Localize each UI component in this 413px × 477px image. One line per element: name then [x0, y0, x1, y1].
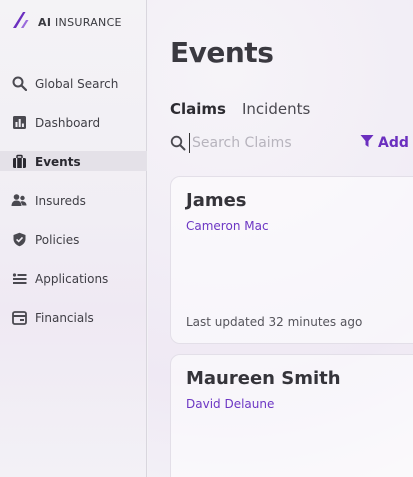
filter-icon	[360, 133, 374, 152]
search-bar: Add	[168, 133, 413, 153]
sidebar-item-label: Financials	[35, 310, 94, 325]
sidebar-item-label: Dashboard	[35, 115, 101, 130]
sidebar-item-events[interactable]: Events	[0, 142, 147, 181]
users-icon	[11, 193, 27, 209]
claim-card-title: James	[186, 190, 247, 211]
logo[interactable]: AI INSURANCE	[12, 12, 122, 32]
tab-bar: Claims Incidents	[170, 100, 310, 118]
claim-card-subtitle: David Delaune	[186, 397, 275, 411]
bar-chart-icon	[11, 115, 27, 131]
sidebar-item-policies[interactable]: Policies	[0, 220, 147, 259]
claim-card-subtitle: Cameron Mac	[186, 219, 269, 233]
tab-claims[interactable]: Claims	[170, 100, 226, 118]
claim-card[interactable]: Maureen Smith David Delaune	[170, 354, 413, 477]
add-filter-label: Add	[378, 134, 409, 151]
search-input[interactable]	[189, 133, 339, 153]
main-content: Events Claims Incidents Add James Camero…	[148, 0, 413, 477]
search-icon	[170, 135, 186, 155]
wallet-icon	[11, 310, 27, 326]
briefcase-icon	[11, 154, 27, 170]
sidebar-item-applications[interactable]: Applications	[0, 259, 147, 298]
sidebar: AI INSURANCE Global Search Dashboard Eve…	[0, 0, 147, 477]
claim-card-updated: Last updated 32 minutes ago	[186, 315, 363, 329]
claim-card-title: Maureen Smith	[186, 368, 341, 389]
page-title: Events	[170, 36, 274, 69]
sidebar-item-label: Global Search	[35, 76, 119, 91]
sidebar-nav: Global Search Dashboard Events Insureds …	[0, 64, 147, 337]
search-icon	[11, 76, 27, 92]
tab-incidents[interactable]: Incidents	[242, 100, 310, 118]
sidebar-item-label: Events	[35, 154, 81, 169]
claim-card[interactable]: James Cameron Mac Last updated 32 minute…	[170, 176, 413, 344]
add-filter-button[interactable]: Add	[360, 133, 409, 152]
sidebar-item-financials[interactable]: Financials	[0, 298, 147, 337]
sidebar-item-insureds[interactable]: Insureds	[0, 181, 147, 220]
shield-check-icon	[11, 232, 27, 248]
sidebar-item-global-search[interactable]: Global Search	[0, 64, 147, 103]
logo-text: AI INSURANCE	[38, 15, 122, 29]
sidebar-item-dashboard[interactable]: Dashboard	[0, 103, 147, 142]
sidebar-item-label: Policies	[35, 232, 80, 247]
sidebar-item-label: Applications	[35, 271, 109, 286]
logo-mark-icon	[12, 11, 32, 33]
list-icon	[11, 271, 27, 287]
sidebar-item-label: Insureds	[35, 193, 86, 208]
